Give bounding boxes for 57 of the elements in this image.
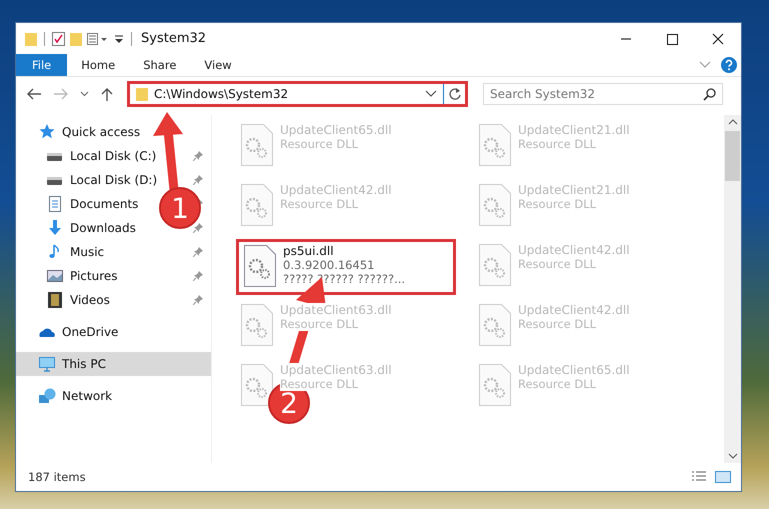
- network-icon: [38, 387, 56, 405]
- scroll-up-icon[interactable]: [728, 119, 738, 125]
- ribbon-tab[interactable]: Share: [129, 54, 190, 76]
- address-path: C:\Windows\System32: [154, 87, 290, 101]
- file-menu-tab[interactable]: File: [16, 54, 68, 76]
- dll-file-icon: [478, 183, 512, 227]
- sidebar-item[interactable]: Pictures: [70, 269, 118, 283]
- sidebar-item[interactable]: OneDrive: [62, 325, 118, 339]
- scrollbar[interactable]: [724, 115, 741, 463]
- film-icon: [46, 291, 64, 309]
- window-title: System32: [141, 31, 206, 46]
- expand-ribbon-icon[interactable]: [699, 61, 711, 69]
- dll-file-icon: [240, 363, 274, 407]
- dropdown-caret-icon[interactable]: [425, 90, 437, 98]
- sidebar-item[interactable]: Videos: [70, 293, 110, 307]
- dll-file-icon: [240, 183, 274, 227]
- step-badge: [159, 187, 201, 229]
- scroll-down-icon[interactable]: [728, 453, 738, 459]
- up-arrow-icon[interactable]: [100, 87, 114, 101]
- sidebar-item[interactable]: Quick access: [62, 125, 140, 139]
- ribbon-tab[interactable]: Home: [67, 54, 130, 76]
- dll-file-icon: [478, 303, 512, 347]
- ribbon-tab[interactable]: View: [190, 54, 246, 76]
- document-icon: [46, 195, 64, 213]
- properties-dropdown-icon[interactable]: [87, 32, 109, 46]
- picture-icon: [46, 267, 64, 285]
- search-field[interactable]: Search System32: [483, 83, 723, 105]
- download-arrow-icon: [46, 219, 64, 237]
- monitor-icon: [38, 355, 56, 373]
- sidebar-item[interactable]: Local Disk (C:): [70, 149, 156, 163]
- folder-icon: [136, 87, 148, 101]
- sidebar-item[interactable]: Music: [70, 245, 104, 259]
- search-icon: [703, 88, 716, 100]
- dll-file-icon: [243, 244, 277, 288]
- sidebar-item[interactable]: Local Disk (D:): [70, 173, 158, 187]
- file-name: ps5ui.dll: [283, 244, 335, 258]
- step-number: 1: [171, 192, 189, 225]
- address-bar[interactable]: C:\Windows\System32: [127, 81, 468, 107]
- dll-file-icon: [478, 363, 512, 407]
- tiles-view-icon[interactable]: [715, 471, 731, 483]
- dll-file-icon: [478, 123, 512, 167]
- star-icon: [38, 123, 56, 141]
- file-detail: 0.3.9200.16451: [283, 258, 376, 272]
- sidebar-item[interactable]: Network: [62, 389, 112, 403]
- details-view-icon[interactable]: [691, 471, 707, 483]
- sidebar-item[interactable]: This PC: [16, 352, 211, 376]
- dll-file-icon: [478, 243, 512, 287]
- sidebar-item[interactable]: Documents: [70, 197, 138, 211]
- item-count: 187 items: [28, 470, 86, 484]
- dll-file-icon: [240, 303, 274, 347]
- back-arrow-icon[interactable]: [26, 87, 42, 101]
- sidebar-item[interactable]: Downloads: [70, 221, 136, 235]
- scroll-thumb[interactable]: [725, 131, 740, 181]
- help-icon[interactable]: [721, 57, 737, 73]
- recent-caret-icon[interactable]: [80, 91, 89, 97]
- checklist-icon[interactable]: [52, 32, 65, 46]
- dll-file-icon: [240, 123, 274, 167]
